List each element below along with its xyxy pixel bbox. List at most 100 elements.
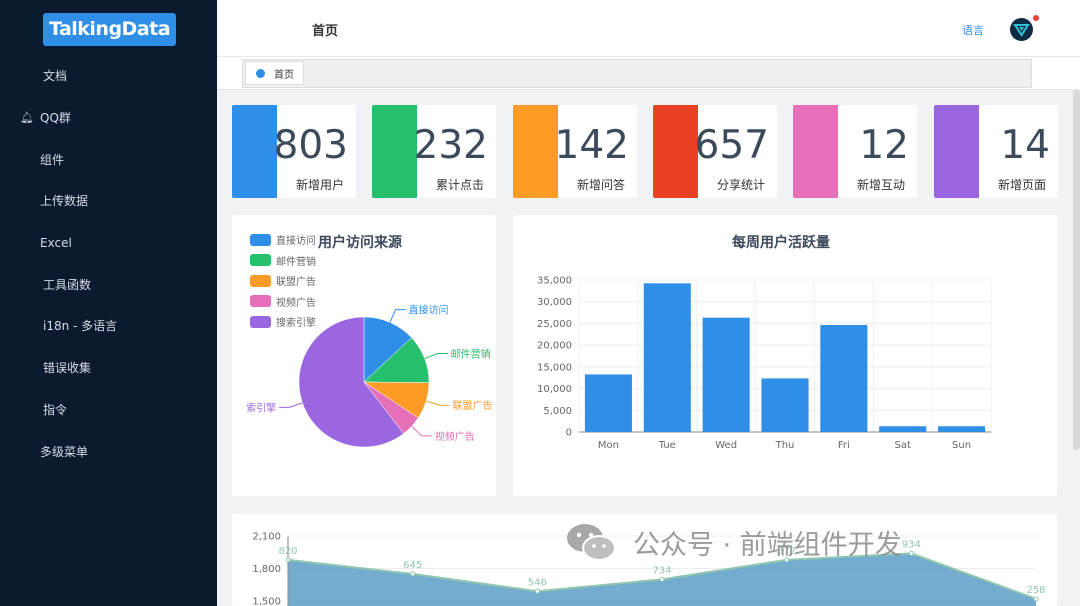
tags-nav — [217, 57, 1080, 90]
point-label: 734 — [652, 565, 671, 576]
bar — [938, 426, 986, 432]
stat-card-clicks: 232 累计点击 — [372, 105, 496, 198]
sidebar-item-label: Excel — [40, 235, 72, 250]
pie-slice-label: 索引擎 — [246, 401, 276, 414]
pie-label-line — [411, 425, 432, 437]
data-point — [285, 557, 291, 563]
tab-home[interactable]: 首页 — [245, 61, 304, 85]
tags-strip — [242, 59, 1032, 88]
sidebar-item-components[interactable]: 组件 — [0, 138, 217, 180]
sidebar-item-label: 组件 — [40, 152, 65, 167]
stat-value: 232 — [413, 123, 488, 168]
pie-label-line — [425, 400, 450, 406]
sidebar-item-excel[interactable]: Excel — [0, 222, 217, 264]
x-tick-label: Wed — [715, 440, 737, 451]
stat-card-band — [653, 105, 698, 198]
stat-card-band — [793, 105, 838, 198]
stat-label: 分享统计 — [716, 178, 765, 192]
stat-value: 142 — [554, 123, 629, 168]
stat-value: 12 — [859, 123, 909, 168]
bar — [643, 283, 691, 432]
pie-chart: 直接访问邮件营销联盟广告视频广告 索引擎 — [246, 304, 493, 448]
data-point — [659, 576, 665, 582]
breadcrumb-home[interactable]: 首页 — [312, 20, 338, 39]
sidebar-item-label: 上传数据 — [40, 194, 89, 209]
x-tick-label: Sun — [952, 440, 971, 451]
x-tick-label: Sat — [895, 440, 911, 451]
bar — [879, 426, 927, 432]
language-switch[interactable]: 语言 — [962, 22, 984, 38]
active-dot-icon — [256, 68, 265, 78]
sidebar-item-label: 指令 — [43, 402, 68, 417]
stat-label: 新增页面 — [997, 178, 1046, 192]
stat-card-questions: 142 新增问答 — [513, 105, 637, 198]
stat-label: 新增用户 — [295, 178, 344, 192]
sidebar-item-multilevel[interactable]: 多级菜单 — [0, 430, 217, 472]
pie-chart-panel: 用户访问来源 直接访问 邮件营销 联盟广告 视频广告 搜索引擎 直接访问 邮件营销 联盟广告… — [232, 215, 496, 496]
sidebar-item-upload[interactable]: 上传数据 — [0, 180, 217, 222]
avatar[interactable] — [1010, 18, 1033, 41]
stat-value: 657 — [694, 123, 769, 168]
y-tick-label: 20,000 — [537, 341, 572, 352]
point-label: 546 — [528, 577, 547, 588]
bell-icon: 🔔︎ — [20, 111, 34, 125]
sidebar-item-tools[interactable]: 工具函数 — [0, 263, 217, 305]
pie-slice-label: 联盟广告 — [453, 399, 493, 412]
bar — [761, 378, 809, 432]
y-tick-label: 15,000 — [537, 362, 572, 373]
notification-badge — [1033, 15, 1039, 21]
data-point — [410, 571, 416, 577]
pie-label-line — [389, 309, 406, 323]
point-label: 820 — [278, 546, 297, 557]
sidebar-item-label: 多级菜单 — [40, 444, 89, 459]
bar — [702, 317, 750, 432]
watermark-text: 公众号 · 前端组件开发 — [633, 529, 902, 561]
pie-slice-label: 邮件营销 — [451, 347, 491, 360]
brand-logo[interactable]: TalkingData — [43, 13, 176, 46]
y-tick-label: 30,000 — [537, 297, 572, 308]
data-point — [1033, 596, 1039, 602]
y-tick-label: 35,000 — [537, 276, 572, 287]
point-label: 258 — [1026, 585, 1045, 596]
x-tick-label: Thu — [775, 440, 795, 451]
bar-chart: 0 5,000 10,000 15,000 20,000 25,000 30,000 35,0… — [537, 276, 992, 451]
bar — [820, 324, 868, 432]
sidebar-item-label: QQ群 — [40, 111, 71, 126]
y-tick-label: 2,100 — [252, 532, 281, 543]
stat-card-band — [232, 105, 277, 198]
scrollbar[interactable] — [1073, 90, 1080, 450]
stat-label: 累计点击 — [435, 178, 484, 192]
top-header: 首页 语言 — [217, 0, 1080, 57]
sidebar-item-directives[interactable]: 指令 — [0, 389, 217, 431]
stat-label: 新增问答 — [576, 178, 625, 192]
y-tick-label: 25,000 — [537, 319, 572, 330]
sidebar-item-errors[interactable]: 错误收集 — [0, 347, 217, 389]
y-tick-label: 1,800 — [252, 564, 281, 575]
sidebar-item-qq[interactable]: 🔔︎ QQ群 — [0, 97, 217, 139]
sidebar: TalkingData 文档 🔔︎ QQ群 组件 上传数据 Excel 工具函数 … — [0, 0, 217, 606]
bar — [584, 374, 632, 432]
bar-chart-panel: 每周用户活跃量 0 5,000 10,000 15,000 20,000 25,000 30… — [513, 215, 1057, 496]
pie-slice-label: 直接访问 — [409, 304, 449, 317]
avatar-logo-icon — [1013, 24, 1030, 37]
sidebar-item-label: i18n - 多语言 — [43, 319, 118, 334]
point-label: 934 — [902, 539, 921, 550]
stat-label: 新增互动 — [856, 178, 905, 192]
data-point — [534, 588, 540, 594]
sidebar-item-label: 错误收集 — [43, 361, 92, 376]
pie-label-line — [424, 352, 448, 360]
watermark: 公众号 · 前端组件开发 — [565, 522, 902, 562]
sidebar-item-i18n[interactable]: i18n - 多语言 — [0, 305, 217, 347]
stat-value: 803 — [273, 123, 348, 168]
x-tick-label: Tue — [658, 440, 676, 451]
stat-card-new-users: 803 新增用户 — [232, 105, 356, 198]
stat-card-band — [934, 105, 979, 198]
sidebar-item-docs[interactable]: 文档 — [0, 55, 217, 97]
stat-card-interactions: 12 新增互动 — [793, 105, 917, 198]
pie-slice-label: 视频广告 — [435, 430, 475, 443]
stat-card-band — [513, 105, 558, 198]
y-tick-label: 1,500 — [252, 597, 281, 606]
stat-card-pages: 14 新增页面 — [934, 105, 1058, 198]
stat-card-band — [372, 105, 417, 198]
stat-card-shares: 657 分享统计 — [653, 105, 777, 198]
